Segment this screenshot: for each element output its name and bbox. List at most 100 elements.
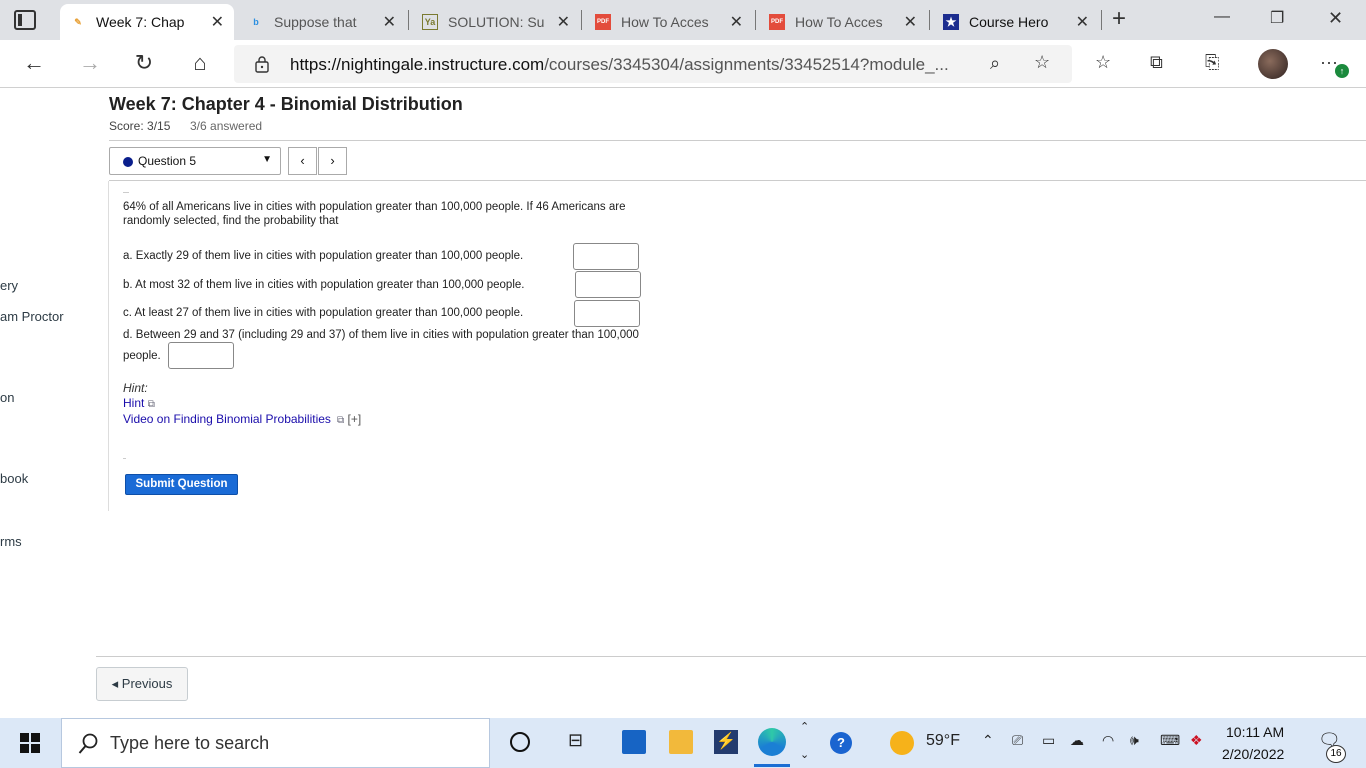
back-arrow-icon[interactable]: ← [20,50,48,76]
sidebar-item-exam-proctor[interactable]: am Proctor [0,309,64,324]
previous-question-button[interactable]: ‹ [288,147,317,175]
avatar[interactable] [1258,49,1288,79]
meet-now-icon[interactable]: ⎚ [1012,732,1023,749]
external-link-icon: ⧉ [334,415,345,426]
onedrive-cloud-icon[interactable]: ☁ [1070,732,1084,749]
video-link-text[interactable]: Video on Finding Binomial Probabilities [123,412,331,426]
new-tab-plus-icon[interactable]: + [1112,7,1126,31]
sidebar-item-gallery[interactable]: ery [0,278,18,293]
lock-icon[interactable] [254,55,270,73]
studypool-icon: Ya [422,14,438,30]
collections-icon[interactable]: ⧉ [1150,52,1163,73]
close-tab-icon[interactable]: ✕ [383,12,396,32]
wifi-icon[interactable]: ◠ [1102,732,1114,749]
divider [109,180,1366,181]
answer-c-input[interactable] [574,300,640,327]
file-explorer-icon[interactable] [669,730,693,754]
tab-title: How To Acces [621,14,709,30]
answer-d-input[interactable] [168,342,234,369]
answer-a-input[interactable] [573,243,639,270]
app-icon[interactable]: ⚡ [714,730,738,754]
pdf-icon: PDF [769,14,785,30]
score-text: Score: 3/15 [109,119,171,133]
address-bar[interactable]: https://nightingale.instructure.com/cour… [234,45,1072,83]
previous-button[interactable]: ◂ Previous [96,667,188,701]
close-tab-icon[interactable]: ✕ [557,12,570,32]
tab-week-7[interactable]: ✎ Week 7: Chap ✕ [60,4,234,40]
zoom-search-icon[interactable]: ⌕ [990,53,1000,74]
hint-link-text[interactable]: Hint [123,396,144,410]
search-icon [78,733,98,754]
next-question-button[interactable]: › [318,147,347,175]
restore-window-icon[interactable]: ❐ [1270,8,1284,28]
input-method-icon[interactable]: ⌨ [1160,732,1180,749]
favorites-icon[interactable]: ☆ [1095,52,1111,73]
minimize-icon[interactable]: — [1214,8,1230,26]
chevron-down-icon[interactable]: ⌄ [800,748,809,761]
question-part-b: b. At most 32 of them live in cities wit… [123,279,525,291]
cortana-icon[interactable] [510,732,530,752]
question-select-value: Question 5 [138,154,197,168]
sidebar-item-rms[interactable]: rms [0,534,22,549]
question-select[interactable]: Question 5 ▼ [109,147,281,175]
home-icon[interactable]: ⌂ [186,50,214,76]
chevron-up-icon[interactable]: ⌃ [800,720,809,733]
tab-course-hero[interactable]: ★ Course Hero ✕ [933,4,1099,40]
forward-arrow-icon[interactable]: → [76,50,104,76]
close-window-icon[interactable]: ✕ [1328,8,1343,29]
close-tab-icon[interactable]: ✕ [730,12,743,32]
question-part-c: c. At least 27 of them live in cities wi… [123,307,524,319]
submit-question-button[interactable]: Submit Question [125,474,238,495]
help-icon[interactable]: ? [830,732,852,754]
browser-toolbar: ← → ↻ ⌂ https://nightingale.instructure.… [0,40,1366,88]
divider [109,140,1366,141]
close-tab-icon[interactable]: ✕ [211,12,224,32]
sidebar-item-on[interactable]: on [0,390,14,405]
tab-actions-menu-icon[interactable] [14,10,36,30]
edge-browser-icon[interactable] [758,728,786,756]
sidebar-item-book[interactable]: book [0,471,28,486]
tab-separator [755,10,756,30]
expand-toggle[interactable]: [+] [348,412,362,426]
windows-start-icon[interactable] [20,733,40,753]
tab-separator [1101,10,1102,30]
battery-icon[interactable]: ▭ [1042,732,1055,749]
taskbar-search-box[interactable]: Type here to search [61,718,490,768]
task-view-icon[interactable]: ⊟ [568,730,583,751]
tab-separator [408,10,409,30]
tab-how-to-access-2[interactable]: PDF How To Acces ✕ [759,4,927,40]
external-link-icon: ⧉ [147,399,155,410]
dropdown-caret-icon: ▼ [262,154,272,165]
answer-b-input[interactable] [575,271,641,298]
weather-temperature[interactable]: 59°F [926,732,960,750]
answered-count: 3/6 answered [190,119,263,133]
tab-suppose-that[interactable]: b Suppose that ✕ [238,4,406,40]
tab-solution[interactable]: Ya SOLUTION: Su ✕ [412,4,580,40]
profile-sync-icon[interactable]: ⎘ [1205,52,1219,73]
clock-time[interactable]: 10:11 AM [1226,724,1284,740]
page-title: Week 7: Chapter 4 - Binomial Distributio… [109,94,463,114]
close-tab-icon[interactable]: ✕ [904,12,917,32]
refresh-icon[interactable]: ↻ [130,50,158,76]
video-link[interactable]: Video on Finding Binomial Probabilities … [123,412,361,426]
pdf-icon: PDF [595,14,611,30]
notification-app-icon[interactable]: ❖ [1190,732,1203,749]
volume-icon[interactable]: 🕪 [1130,732,1139,749]
question-box-rule [123,192,129,193]
close-tab-icon[interactable]: ✕ [1076,12,1089,32]
microsoft-store-icon[interactable] [622,730,646,754]
bing-icon: b [253,17,259,27]
tab-how-to-access-1[interactable]: PDF How To Acces ✕ [585,4,753,40]
active-app-indicator [754,764,790,767]
tab-title: Suppose that [274,14,357,30]
tab-title: Course Hero [969,14,1049,30]
question-intro-line2: randomly selected, find the probability … [123,215,339,227]
clock-date[interactable]: 2/20/2022 [1222,746,1284,762]
question-box-rule [123,458,126,459]
add-favorite-icon[interactable]: ☆ [1034,52,1050,73]
sun-weather-icon[interactable] [890,731,914,755]
question-status-dot [123,157,133,167]
hint-link[interactable]: Hint ⧉ [123,396,155,410]
pencil-icon: ✎ [74,16,82,27]
show-hidden-icons-chevron-icon[interactable]: ⌃ [982,732,994,749]
